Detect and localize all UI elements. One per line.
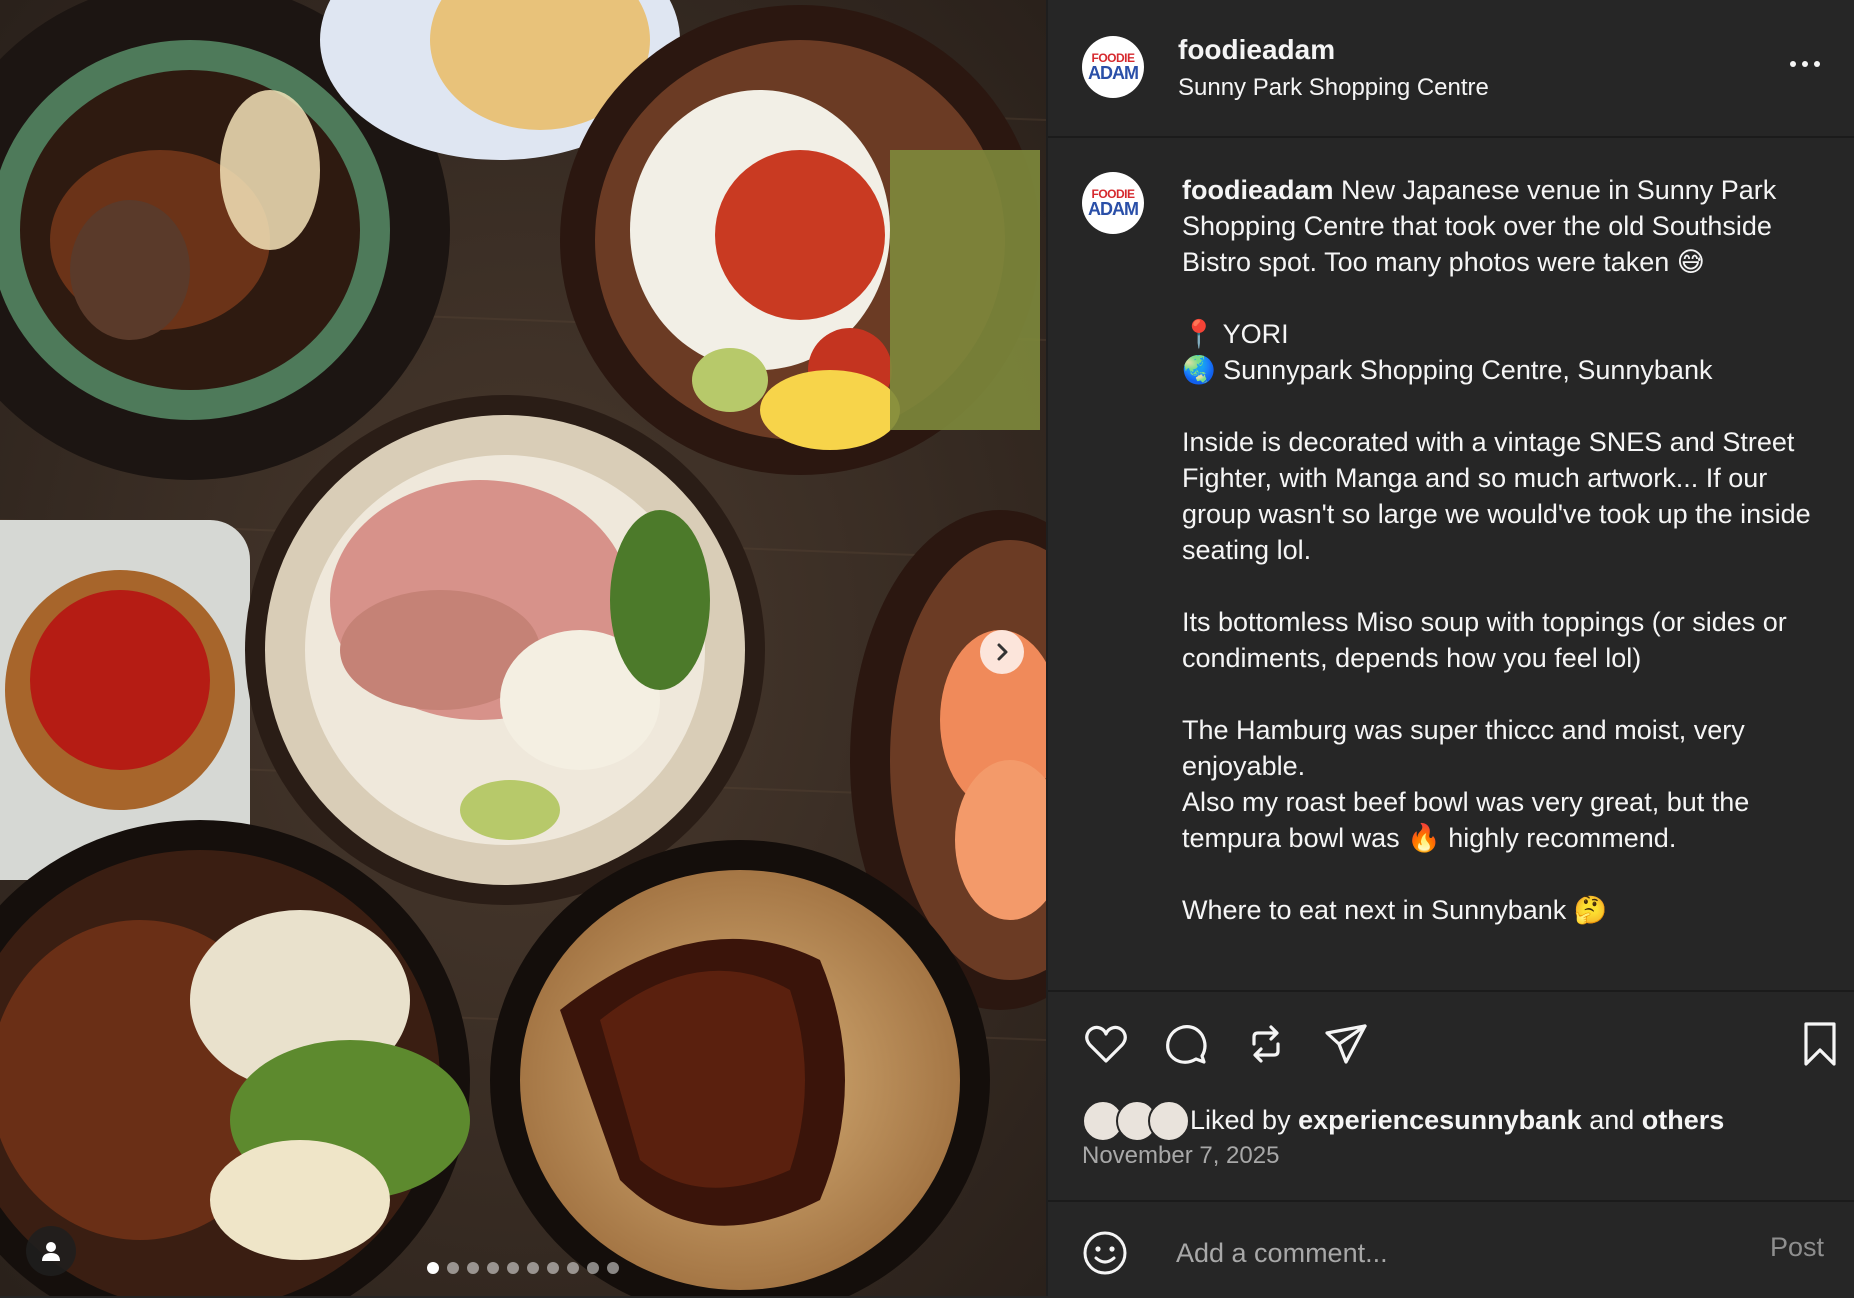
likes-and: and [1581, 1104, 1642, 1135]
chevron-right-icon [997, 643, 1008, 661]
carousel-indicator [0, 1262, 1046, 1274]
caption-paragraph: Inside is decorated with a vintage SNES … [1182, 427, 1811, 565]
caption-intro: foodieadam New Japanese venue in Sunny P… [1182, 172, 1822, 280]
post-header: FOODIE ADAM foodieadam Sunny Park Shoppi… [1048, 0, 1854, 138]
caption-paragraph: Also my roast beef bowl was very great, … [1182, 787, 1750, 853]
heart-icon[interactable] [1082, 1020, 1130, 1068]
post-comment-button[interactable]: Post [1770, 1232, 1824, 1263]
carousel-dot [547, 1262, 559, 1274]
carousel-dot [487, 1262, 499, 1274]
avatar-logo-text: ADAM [1088, 63, 1139, 83]
caption-venue-line: 📍 YORI [1182, 319, 1289, 349]
liker-avatars[interactable] [1082, 1100, 1190, 1142]
person-icon [42, 1242, 60, 1261]
caption-area: FOODIE ADAM foodieadam New Japanese venu… [1048, 138, 1854, 988]
comment-bar: Post [1048, 1200, 1854, 1298]
share-icon[interactable] [1322, 1020, 1370, 1068]
carousel-dot [447, 1262, 459, 1274]
bookmark-icon[interactable] [1796, 1020, 1844, 1068]
caption-username-link[interactable]: foodieadam [1182, 175, 1334, 205]
comment-input[interactable] [1174, 1232, 1718, 1274]
likes-others-link[interactable]: others [1642, 1105, 1725, 1135]
emoji-icon[interactable] [1082, 1230, 1128, 1276]
caption-avatar[interactable]: FOODIE ADAM [1082, 172, 1144, 234]
avatar [1148, 1100, 1190, 1142]
carousel-dot [427, 1262, 439, 1274]
carousel-dot [467, 1262, 479, 1274]
caption-paragraph: Its bottomless Miso soup with toppings (… [1182, 607, 1787, 673]
avatar[interactable]: FOODIE ADAM [1082, 36, 1144, 98]
food-photo-image [0, 0, 1046, 1296]
username-link[interactable]: foodieadam [1178, 34, 1335, 66]
more-dot-icon [1802, 61, 1808, 67]
post-dialog: FOODIE ADAM foodieadam Sunny Park Shoppi… [0, 0, 1854, 1296]
liker-username-link[interactable]: experiencesunnybank [1298, 1105, 1582, 1135]
carousel-dot [587, 1262, 599, 1274]
location-link[interactable]: Sunny Park Shopping Centre [1178, 74, 1489, 102]
carousel-dot [527, 1262, 539, 1274]
repost-icon[interactable] [1242, 1020, 1290, 1068]
more-dot-icon [1814, 61, 1820, 67]
carousel-dot [607, 1262, 619, 1274]
next-image-button[interactable] [980, 630, 1024, 674]
caption-paragraph: The Hamburg was super thiccc and moist, … [1182, 715, 1745, 781]
caption-address-line: 🌏 Sunnypark Shopping Centre, Sunnybank [1182, 355, 1713, 385]
more-dot-icon [1790, 61, 1796, 67]
likes-prefix: Liked by [1190, 1104, 1299, 1135]
carousel-dot [507, 1262, 519, 1274]
post-photo[interactable] [0, 0, 1046, 1296]
more-options-button[interactable] [1780, 44, 1830, 84]
action-bar [1048, 990, 1854, 1088]
caption-text: foodieadam New Japanese venue in Sunny P… [1182, 172, 1822, 928]
avatar-logo-text: ADAM [1088, 199, 1139, 219]
carousel-dot [567, 1262, 579, 1274]
caption-paragraph: Where to eat next in Sunnybank 🤔 [1182, 895, 1608, 925]
post-details-panel: FOODIE ADAM foodieadam Sunny Park Shoppi… [1048, 0, 1854, 1296]
comment-icon[interactable] [1162, 1020, 1210, 1068]
likes-text: Liked by experiencesunnybank and others [1190, 1105, 1724, 1136]
post-date[interactable]: November 7, 2025 [1082, 1142, 1279, 1170]
likes-row: Liked by experiencesunnybank and others [1082, 1098, 1724, 1142]
